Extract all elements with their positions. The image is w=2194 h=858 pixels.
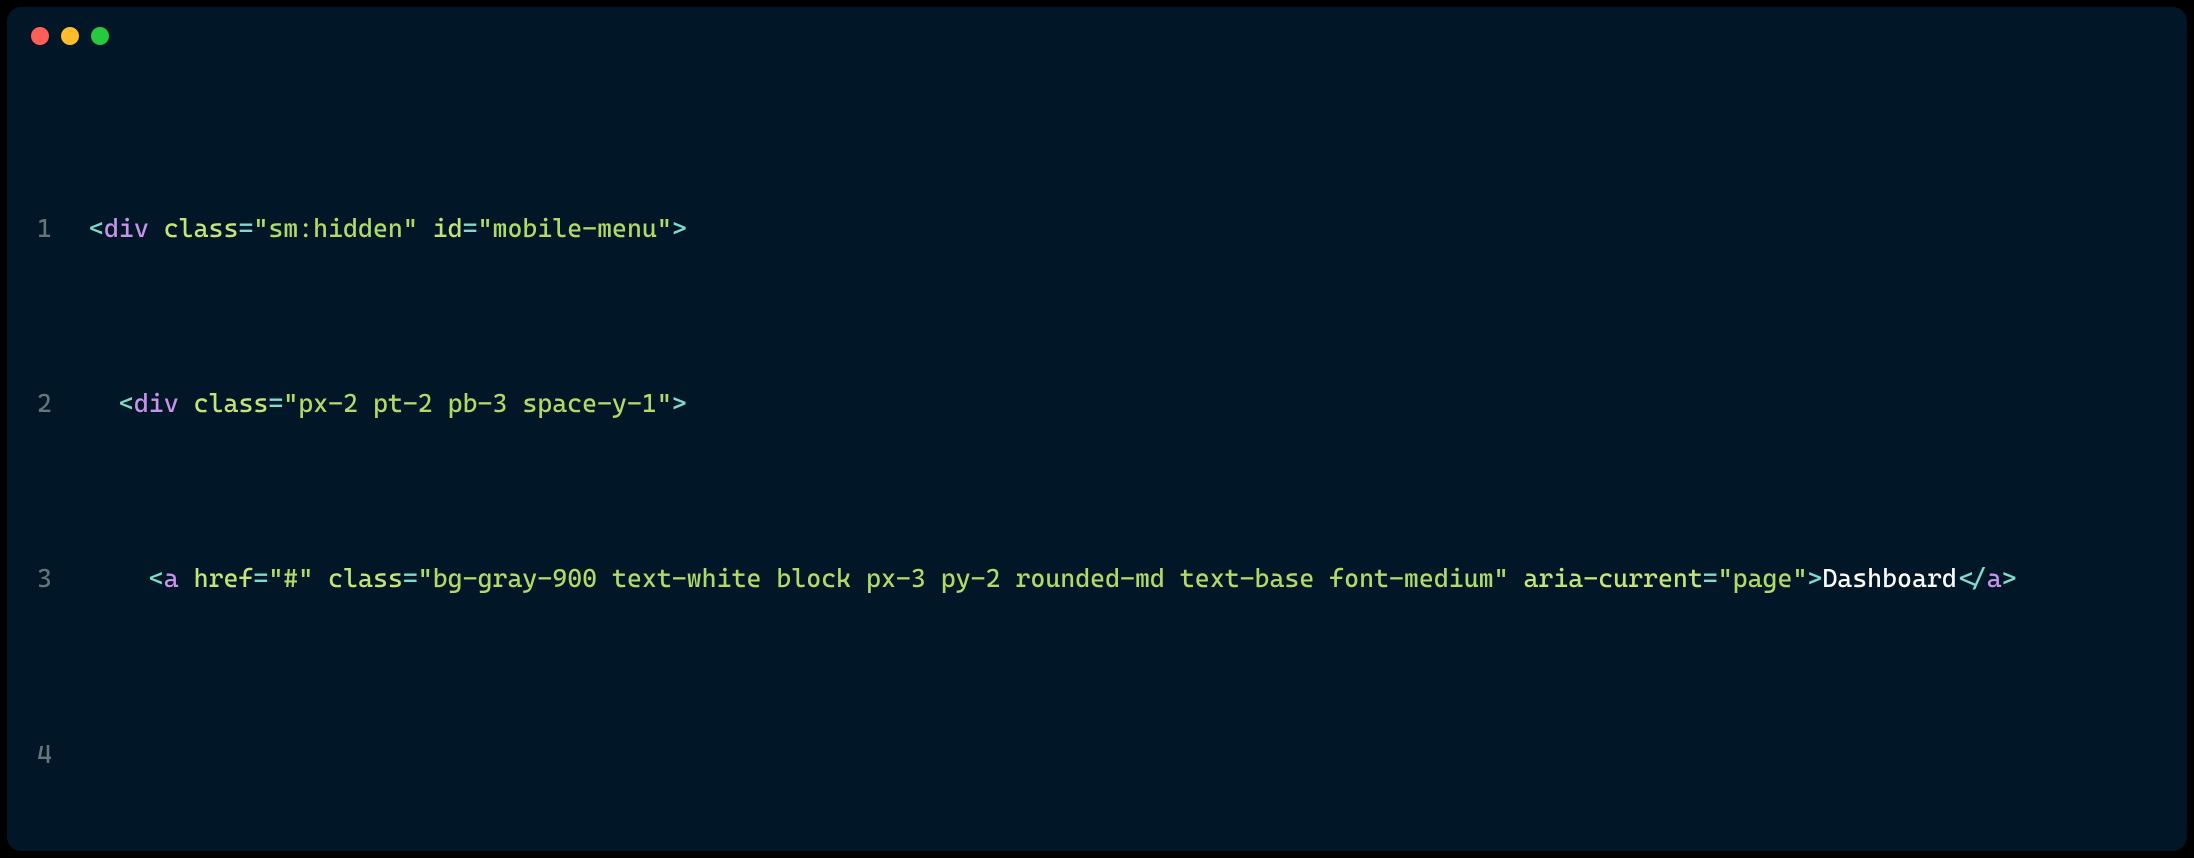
maximize-icon[interactable] [91, 27, 109, 45]
code-line: 2 <div class="px-2 pt-2 pb-3 space-y-1"> [31, 382, 2163, 426]
line-number: 3 [31, 557, 89, 601]
code-window: 1 <div class="sm:hidden" id="mobile-menu… [7, 7, 2187, 851]
line-number: 1 [31, 207, 89, 251]
code-line: 1 <div class="sm:hidden" id="mobile-menu… [31, 207, 2163, 251]
code-line: 3 <a href="#" class="bg-gray-900 text-wh… [31, 557, 2163, 601]
code-content: <div class="sm:hidden" id="mobile-menu"> [89, 207, 2163, 251]
window-titlebar [7, 7, 2187, 55]
close-icon[interactable] [31, 27, 49, 45]
code-editor[interactable]: 1 <div class="sm:hidden" id="mobile-menu… [7, 55, 2187, 851]
code-content: <a href="#" class="bg-gray-900 text-whit… [89, 557, 2163, 601]
line-number: 4 [31, 733, 89, 777]
minimize-icon[interactable] [61, 27, 79, 45]
code-line: 4 [31, 733, 2163, 777]
code-content [89, 733, 2163, 777]
line-number: 2 [31, 382, 89, 426]
code-content: <div class="px-2 pt-2 pb-3 space-y-1"> [89, 382, 2163, 426]
